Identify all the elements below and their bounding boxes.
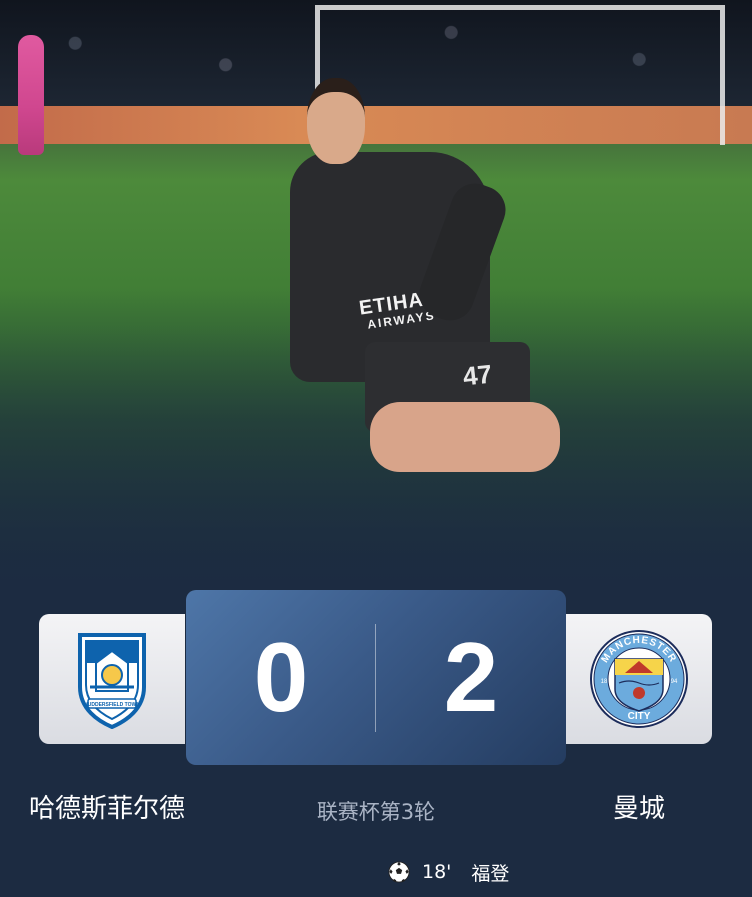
player-head <box>307 78 365 164</box>
goal-event-row: 18' 福登 <box>388 858 509 886</box>
competition-round: 联赛杯第3轮 <box>316 800 436 824</box>
shirt-number: 47 <box>461 358 494 392</box>
away-team-crest-panel[interactable]: MANCHESTER CITY 18 94 <box>566 614 712 744</box>
away-team-name: 曼城 <box>612 794 665 824</box>
away-crest-year-left: 18 <box>601 679 608 685</box>
away-crest-bottom-text: CITY <box>628 711 651 722</box>
home-score: 0 <box>253 622 309 732</box>
home-team-name: 哈德斯菲尔德 <box>29 794 186 824</box>
player-legs <box>370 402 560 472</box>
home-team-crest-panel[interactable]: HUDDERSFIELD TOWN <box>39 614 185 744</box>
soccer-ball-icon <box>388 861 410 883</box>
home-crest-text: HUDDERSFIELD TOWN <box>84 702 140 708</box>
huddersfield-crest-icon: HUDDERSFIELD TOWN <box>78 633 146 729</box>
goal-minute: 18' <box>422 861 452 883</box>
goalkeeper-figure <box>18 35 44 155</box>
man-city-crest-icon: MANCHESTER CITY 18 94 <box>590 630 688 728</box>
match-hero-photo: ETIHAD AIRWAYS 47 <box>0 0 752 600</box>
away-crest-year-right: 94 <box>671 679 678 685</box>
scoreboard: 0 2 <box>186 590 566 765</box>
goal-scorer: 福登 <box>471 862 510 885</box>
celebrating-player: ETIHAD AIRWAYS 47 <box>285 72 560 472</box>
away-score: 2 <box>443 622 499 732</box>
